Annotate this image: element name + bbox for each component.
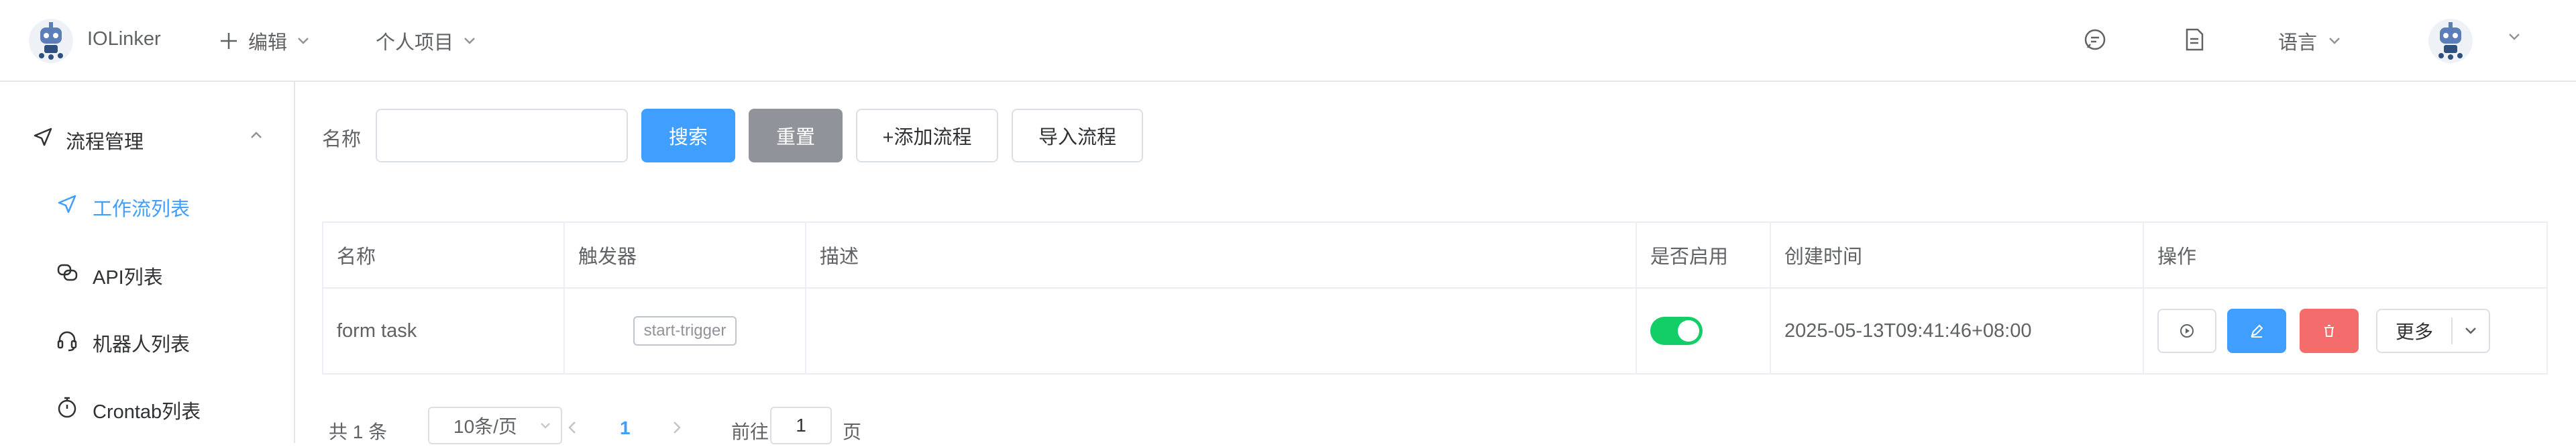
document-icon[interactable]: [2182, 27, 2207, 52]
enabled-toggle[interactable]: [1650, 317, 1703, 345]
edit-icon: [2251, 324, 2263, 338]
sidebar-item-workflows[interactable]: 工作流列表: [0, 170, 294, 235]
sidebar-group-label: 流程管理: [66, 132, 144, 153]
language-label: 语言: [2278, 32, 2318, 54]
search-button[interactable]: 搜索: [641, 109, 735, 162]
chevron-left-icon[interactable]: [568, 420, 577, 435]
pagination-total: 共 1 条: [329, 421, 388, 442]
robot-logo-icon[interactable]: [28, 18, 74, 64]
page-size-value: 10条/页: [453, 416, 517, 437]
sidebar-item-robots[interactable]: 机器人列表: [0, 306, 294, 370]
more-button[interactable]: 更多: [2377, 317, 2451, 344]
column-header-name: 名称: [337, 246, 376, 268]
message-icon[interactable]: [2082, 27, 2108, 52]
sidebar-item-label: 机器人列表: [93, 334, 191, 356]
plus-icon: [221, 33, 237, 49]
cell-actions: 更多: [2144, 287, 2546, 375]
sidebar-item-label: 工作流列表: [93, 199, 191, 220]
edit-menu-label: 编辑: [248, 32, 288, 54]
edit-menu[interactable]: 编辑: [219, 27, 310, 55]
column-header-enabled: 是否启用: [1650, 246, 1729, 268]
page-size-select[interactable]: 10条/页: [428, 407, 562, 444]
chevron-down-icon: [298, 38, 309, 44]
column-header-actions: 操作: [2157, 246, 2197, 268]
cell-name: form task: [337, 319, 417, 342]
edit-button[interactable]: [2227, 309, 2286, 353]
cell-trigger: start-trigger: [565, 287, 805, 375]
chevron-down-icon: [2329, 38, 2340, 44]
send-icon: [34, 128, 52, 146]
page-number[interactable]: 1: [620, 417, 631, 439]
play-circle-icon: [2180, 324, 2194, 338]
search-name-input[interactable]: [376, 109, 628, 162]
avatar[interactable]: [2428, 18, 2473, 64]
top-bar: IOLinker 编辑 个人项目 语言: [0, 0, 2576, 82]
trash-icon: [2324, 325, 2334, 337]
more-caret[interactable]: [2453, 326, 2489, 336]
api-icon: [57, 264, 78, 281]
add-flow-button[interactable]: +添加流程: [856, 109, 998, 162]
goto-page-input[interactable]: 1: [770, 407, 832, 444]
main-content: 名称 搜索 重置 +添加流程 导入流程 名称 触发器 描述 是否启用 创建时间 …: [295, 82, 2576, 444]
chevron-right-icon[interactable]: [672, 420, 682, 435]
app-name: IOLinker: [87, 28, 161, 50]
cell-description: [806, 287, 1635, 375]
sidebar-item-api[interactable]: API列表: [0, 239, 294, 303]
chevron-up-icon: [251, 132, 262, 138]
trigger-tag: start-trigger: [633, 316, 737, 346]
sidebar-item-crontab[interactable]: Crontab列表: [0, 373, 294, 438]
column-header-trigger: 触发器: [578, 246, 637, 268]
cell-enabled: [1637, 287, 1770, 375]
chevron-down-icon: [464, 38, 475, 44]
project-menu-label: 个人项目: [376, 32, 454, 54]
column-header-created: 创建时间: [1784, 246, 1863, 268]
sidebar-item-label: Crontab列表: [93, 401, 201, 423]
more-dropdown[interactable]: 更多: [2376, 309, 2490, 353]
sidebar-group-flow[interactable]: 流程管理: [0, 103, 294, 168]
delete-button[interactable]: [2300, 309, 2359, 353]
toggle-knob: [1678, 320, 1699, 342]
headset-icon: [57, 331, 77, 352]
cell-created: 2025-05-13T09:41:46+08:00: [1784, 319, 2032, 342]
project-menu[interactable]: 个人项目: [376, 27, 476, 55]
language-menu[interactable]: 语言: [2278, 27, 2341, 55]
pagination: 共 1 条 10条/页 1 前往 1 页: [329, 407, 1000, 447]
reset-button[interactable]: 重置: [749, 109, 843, 162]
chevron-down-icon: [2465, 328, 2476, 334]
column-header-description: 描述: [820, 246, 859, 268]
chevron-down-icon[interactable]: [2508, 32, 2521, 42]
goto-label: 前往: [731, 421, 769, 442]
chevron-down-icon: [541, 423, 550, 429]
page-suffix: 页: [843, 421, 862, 442]
sidebar: 流程管理 工作流列表 API列表 机器人列表 Crontab列表: [0, 82, 295, 443]
import-flow-button[interactable]: 导入流程: [1012, 109, 1143, 162]
send-icon: [58, 195, 76, 213]
workflow-table: 名称 触发器 描述 是否启用 创建时间 操作 form task start-t…: [322, 221, 2548, 375]
run-button[interactable]: [2157, 309, 2216, 353]
search-name-label: 名称: [322, 129, 362, 150]
sidebar-item-label: API列表: [93, 267, 163, 289]
timer-icon: [58, 397, 76, 418]
